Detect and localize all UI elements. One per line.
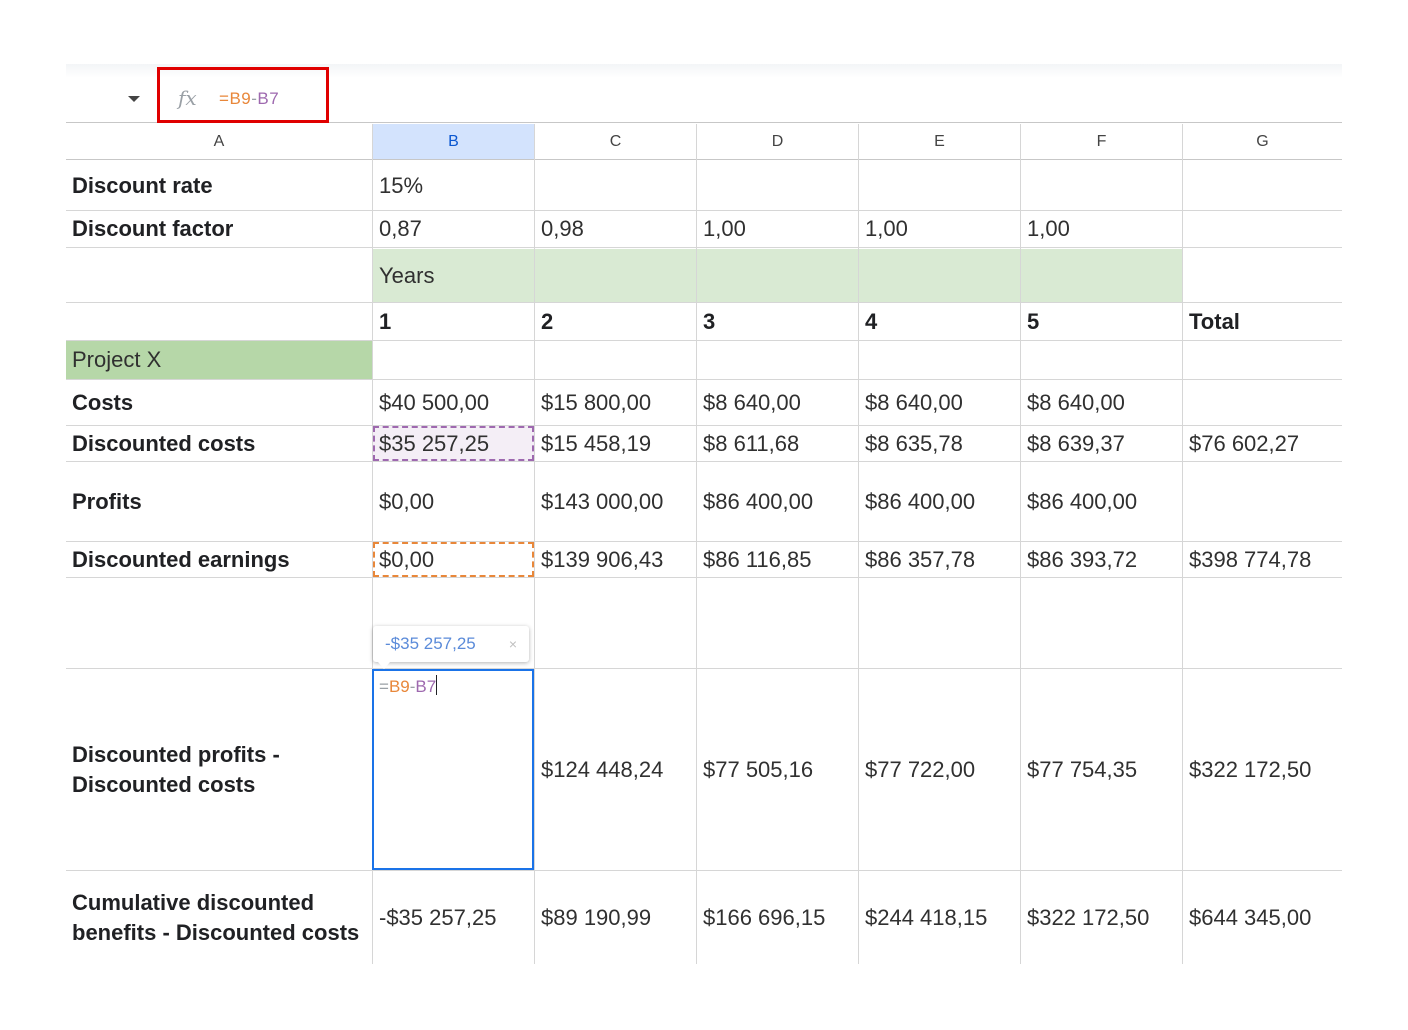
- editor-ref-b9: B9: [388, 677, 410, 696]
- cell-costs-f[interactable]: $8 640,00: [1021, 380, 1183, 425]
- cell-costs-b[interactable]: $40 500,00: [373, 380, 535, 425]
- column-header-g[interactable]: G: [1183, 124, 1342, 160]
- cell-cumulative-f[interactable]: $322 172,50: [1021, 871, 1183, 964]
- label-discounted-profits-minus-costs[interactable]: Discounted profits - Discounted costs: [66, 669, 373, 870]
- cell-total-header[interactable]: Total: [1183, 303, 1342, 340]
- active-cell-editor[interactable]: [372, 669, 534, 870]
- label-discount-rate[interactable]: Discount rate: [66, 161, 373, 210]
- cell-discounted-costs-f[interactable]: $8 639,37: [1021, 426, 1183, 461]
- formula-input[interactable]: =B9-B7: [219, 89, 279, 109]
- label-project-x[interactable]: Project X: [66, 341, 373, 379]
- cell-discount-factor-f[interactable]: 1,00: [1021, 211, 1183, 247]
- cell-discounted-costs-d[interactable]: $8 611,68: [697, 426, 859, 461]
- label-costs[interactable]: Costs: [66, 380, 373, 425]
- column-header-f[interactable]: F: [1021, 124, 1183, 160]
- gridline: [66, 577, 1342, 578]
- cell-profits-e[interactable]: $86 400,00: [859, 462, 1021, 541]
- label-discounted-earnings[interactable]: Discounted earnings: [66, 542, 373, 577]
- label-discounted-costs[interactable]: Discounted costs: [66, 426, 373, 461]
- cell-cumulative-d[interactable]: $166 696,15: [697, 871, 859, 964]
- cell-year-1[interactable]: 1: [373, 303, 535, 340]
- column-header-c[interactable]: C: [535, 124, 697, 160]
- formula-ref-b7: B7: [257, 89, 280, 108]
- cell-dpdc-d[interactable]: $77 505,16: [697, 669, 859, 870]
- cell-discounted-earnings-d[interactable]: $86 116,85: [697, 542, 859, 577]
- cell-year-3[interactable]: 3: [697, 303, 859, 340]
- cell-cumulative-b[interactable]: -$35 257,25: [373, 871, 535, 964]
- column-header-e[interactable]: E: [859, 124, 1021, 160]
- cell-b2[interactable]: 15%: [373, 161, 535, 210]
- cell-discounted-earnings-c[interactable]: $139 906,43: [535, 542, 697, 577]
- cell-year-5[interactable]: 5: [1021, 303, 1183, 340]
- cell-discounted-costs-c[interactable]: $15 458,19: [535, 426, 697, 461]
- cell-profits-c[interactable]: $143 000,00: [535, 462, 697, 541]
- editor-eq: =: [379, 677, 389, 696]
- cell-discounted-earnings-total[interactable]: $398 774,78: [1183, 542, 1342, 577]
- cell-profits-f[interactable]: $86 400,00: [1021, 462, 1183, 541]
- cell-dpdc-f[interactable]: $77 754,35: [1021, 669, 1183, 870]
- cell-costs-e[interactable]: $8 640,00: [859, 380, 1021, 425]
- cell-cumulative-total[interactable]: $644 345,00: [1183, 871, 1342, 964]
- cell-discounted-earnings-e[interactable]: $86 357,78: [859, 542, 1021, 577]
- formula-preview-value: -$35 257,25: [385, 634, 476, 653]
- cell-cumulative-e[interactable]: $244 418,15: [859, 871, 1021, 964]
- cell-discount-factor-c[interactable]: 0,98: [535, 211, 697, 247]
- column-header-a[interactable]: A: [66, 124, 373, 160]
- formula-ref-b9: B9: [229, 89, 252, 108]
- formula-eq: =: [219, 89, 230, 108]
- cell-dpdc-e[interactable]: $77 722,00: [859, 669, 1021, 870]
- column-header-b[interactable]: B: [373, 124, 535, 160]
- cell-discounted-costs-total[interactable]: $76 602,27: [1183, 426, 1342, 461]
- cell-profits-b[interactable]: $0,00: [373, 462, 535, 541]
- label-discount-factor[interactable]: Discount factor: [66, 211, 373, 247]
- formula-preview-tooltip: -$35 257,25 ×: [373, 626, 529, 662]
- cell-discount-factor-e[interactable]: 1,00: [859, 211, 1021, 247]
- close-icon[interactable]: ×: [509, 626, 517, 662]
- editor-ref-b7: B7: [415, 677, 437, 696]
- cell-costs-d[interactable]: $8 640,00: [697, 380, 859, 425]
- cell-cumulative-c[interactable]: $89 190,99: [535, 871, 697, 964]
- cell-year-2[interactable]: 2: [535, 303, 697, 340]
- cell-discounted-costs-b[interactable]: $35 257,25: [373, 426, 535, 461]
- cell-discounted-earnings-b[interactable]: $0,00: [373, 542, 535, 577]
- cell-years[interactable]: Years: [373, 249, 1182, 302]
- name-box-dropdown-icon[interactable]: [128, 96, 140, 102]
- cell-profits-d[interactable]: $86 400,00: [697, 462, 859, 541]
- cell-editor-formula[interactable]: =B9-B7: [379, 675, 438, 697]
- cell-discount-factor-d[interactable]: 1,00: [697, 211, 859, 247]
- cell-costs-c[interactable]: $15 800,00: [535, 380, 697, 425]
- cell-year-4[interactable]: 4: [859, 303, 1021, 340]
- cell-discount-factor-b[interactable]: 0,87: [373, 211, 535, 247]
- gridline: [66, 247, 1342, 248]
- fx-icon: fx: [178, 86, 197, 110]
- label-cumulative[interactable]: Cumulative discounted benefits - Discoun…: [66, 871, 373, 964]
- cell-dpdc-total[interactable]: $322 172,50: [1183, 669, 1342, 870]
- tooltip-tail: [378, 662, 390, 669]
- text-cursor: [436, 675, 438, 695]
- cell-dpdc-c[interactable]: $124 448,24: [535, 669, 697, 870]
- column-header-d[interactable]: D: [697, 124, 859, 160]
- label-profits[interactable]: Profits: [66, 462, 373, 541]
- cell-discounted-earnings-f[interactable]: $86 393,72: [1021, 542, 1183, 577]
- cell-discounted-costs-e[interactable]: $8 635,78: [859, 426, 1021, 461]
